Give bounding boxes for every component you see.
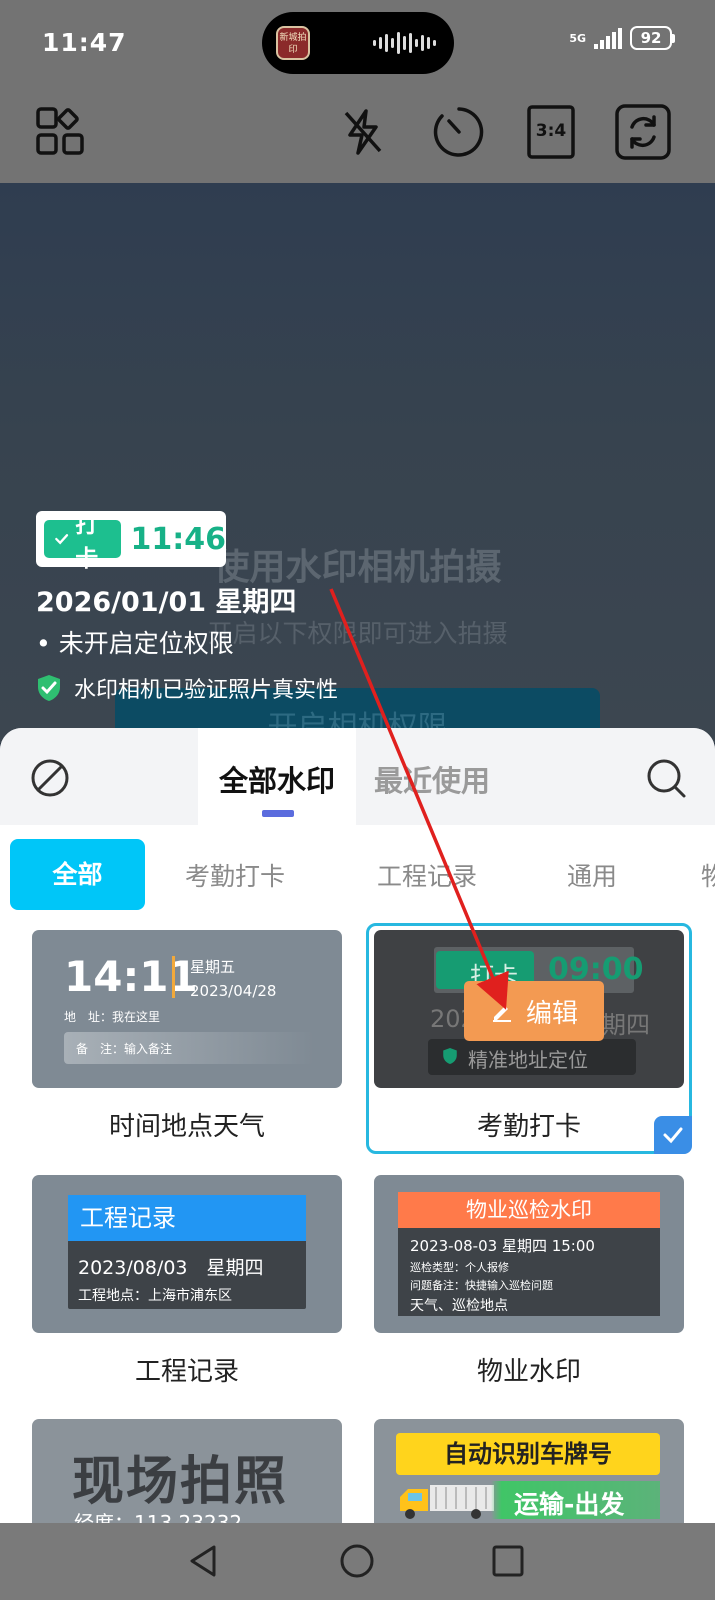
preview-header: 物业巡检水印 [398, 1192, 660, 1228]
flip-camera-icon[interactable] [612, 101, 674, 163]
camera-toolbar: 3:4 [0, 85, 715, 183]
watermark-card-onsite-photo[interactable]: 现场拍照 经度：113.23232 [32, 1419, 342, 1523]
no-watermark-icon[interactable] [30, 758, 70, 798]
preview-date: 2023/08/03 星期四 [78, 1257, 264, 1279]
watermark-verified: 水印相机已验证照片真实性 [36, 672, 338, 704]
watermark-checkin-badge[interactable]: 打卡 11:46 [36, 511, 227, 572]
preview-banner: 自动识别车牌号 [396, 1433, 660, 1475]
audio-wave-icon [373, 32, 436, 54]
card-thumbnail: 自动识别车牌号 运输-出发 [374, 1419, 684, 1523]
preview-datetime: 2023-08-03 星期四 15:00 [410, 1237, 595, 1255]
flash-off-icon[interactable] [332, 101, 394, 163]
home-icon[interactable] [335, 1539, 379, 1583]
preview-place: 工程地点：上海市浦东区 [78, 1288, 232, 1304]
timer-icon[interactable] [428, 101, 490, 163]
sheet-header: 全部水印 最近使用 [0, 728, 715, 825]
aspect-ratio-label: 3:4 [535, 121, 567, 141]
preview-location: 精准地址定位 [468, 1048, 588, 1072]
system-nav-bar [0, 1523, 715, 1600]
watermark-card-checkin[interactable]: 打卡 09:00 202 期四 精准地址定位 编辑 考勤打卡 [374, 930, 684, 1150]
status-bar: 11:47 新城拍印 5G 92 [0, 0, 715, 85]
card-thumbnail: 现场拍照 经度：113.23232 [32, 1419, 342, 1523]
card-thumbnail: 打卡 09:00 202 期四 精准地址定位 编辑 [374, 930, 684, 1088]
checkin-tag-label: 打卡 [75, 512, 99, 572]
island-app-thumbnail: 新城拍印 [276, 26, 310, 60]
tab-indicator [262, 810, 294, 817]
card-thumbnail: 14:11 星期五 2023/04/28 地 址：我在这里 备 注：输入备注 [32, 930, 342, 1088]
preview-route: 运输-出发 [514, 1490, 625, 1519]
category-engineering[interactable]: 工程记录 [377, 857, 477, 893]
category-all[interactable]: 全部 [10, 839, 145, 910]
category-checkin[interactable]: 考勤打卡 [185, 857, 285, 893]
grid-apps-icon[interactable] [30, 101, 92, 163]
preview-type: 巡检类型：个人报修 [410, 1261, 509, 1274]
category-general[interactable]: 通用 [567, 857, 617, 893]
category-property[interactable]: 物 [701, 857, 715, 893]
status-time: 11:47 [42, 28, 127, 57]
verified-text: 水印相机已验证照片真实性 [74, 678, 339, 703]
preview-title: 现场拍照 [72, 1452, 289, 1512]
aspect-ratio-button[interactable]: 3:4 [520, 101, 582, 163]
card-label: 工程记录 [134, 1357, 239, 1387]
category-tabs: 全部 考勤打卡 工程记录 通用 物 [0, 825, 715, 925]
tab-recent[interactable]: 最近使用 [374, 758, 490, 800]
preview-header: 工程记录 [68, 1195, 306, 1241]
watermark-card-engineering[interactable]: 工程记录 2023/08/03 星期四 工程地点：上海市浦东区 工程记录 [32, 1175, 342, 1395]
selected-check-icon [654, 1116, 692, 1154]
card-thumbnail: 物业巡检水印 2023-08-03 星期四 15:00 巡检类型：个人报修 问题… [374, 1175, 684, 1333]
watermark-card-time-location[interactable]: 14:11 星期五 2023/04/28 地 址：我在这里 备 注：输入备注 时… [32, 930, 342, 1150]
watermark-card-license-plate[interactable]: 自动识别车牌号 运输-出发 [374, 1419, 684, 1523]
preview-weekday: 星期五 [190, 958, 236, 976]
status-indicators: 5G 92 [569, 26, 675, 50]
battery-icon: 92 [630, 26, 675, 50]
battery-level: 92 [630, 26, 672, 50]
preview-date: 2023/04/28 [190, 982, 277, 1000]
preview-footer: 天气、巡检地点 [410, 1298, 508, 1314]
preview-coords: 经度：113.23232 [74, 1511, 243, 1523]
edit-button[interactable]: 编辑 [464, 981, 604, 1041]
signal-icon [594, 27, 622, 49]
shield-check-icon [443, 1048, 457, 1064]
recent-apps-icon[interactable] [486, 1539, 530, 1583]
tab-all-watermarks[interactable]: 全部水印 [198, 758, 356, 800]
preview-issue: 问题备注：快捷输入巡检问题 [410, 1279, 553, 1292]
watermark-card-property[interactable]: 物业巡检水印 2023-08-03 星期四 15:00 巡检类型：个人报修 问题… [374, 1175, 684, 1395]
preview-note: 备 注：输入备注 [76, 1042, 173, 1056]
watermark-date: 2026/01/01 星期四 [36, 587, 297, 618]
checkin-tag: 打卡 [44, 512, 121, 572]
card-label: 时间地点天气 [108, 1112, 265, 1142]
checkin-time: 11:46 [130, 521, 227, 557]
watermark-location: • 未开启定位权限 [36, 629, 234, 658]
check-icon [55, 534, 69, 545]
shield-check-icon [38, 675, 60, 701]
search-icon[interactable] [645, 757, 687, 799]
preview-date-suffix: 期四 [602, 1011, 650, 1039]
preview-time: 14:11 [64, 952, 198, 1001]
card-label: 物业水印 [476, 1357, 581, 1387]
back-icon[interactable] [182, 1539, 226, 1583]
card-label: 考勤打卡 [476, 1112, 581, 1142]
preview-address: 地 址：我在这里 [64, 1010, 161, 1024]
network-type: 5G [569, 31, 586, 45]
edit-label: 编辑 [525, 998, 578, 1029]
card-thumbnail: 工程记录 2023/08/03 星期四 工程地点：上海市浦东区 [32, 1175, 342, 1333]
dynamic-island[interactable]: 新城拍印 [262, 12, 454, 74]
pencil-icon [492, 1006, 511, 1022]
